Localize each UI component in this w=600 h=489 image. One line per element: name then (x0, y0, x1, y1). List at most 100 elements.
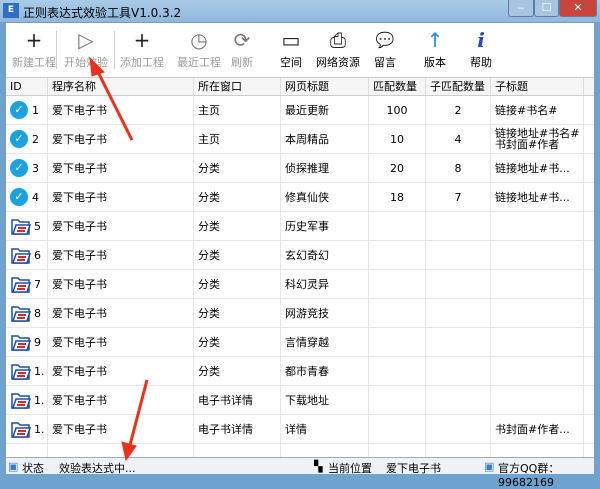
toolbar-separator (56, 31, 57, 69)
row-id: 7 (34, 277, 41, 291)
table-row[interactable]: ✓ 1 爱下电子书 主页 最近更新 100 2 链接#书名# (6, 96, 594, 125)
table-row[interactable]: 9 爱下电子书 分类 言情穿越 (6, 328, 594, 357)
cell-subtitle: 链接地址#书... (491, 154, 584, 182)
qq-group[interactable]: 官方QQ群：99682169 (498, 460, 594, 489)
status-label: 状态 (22, 462, 44, 475)
cell-window: 分类 (194, 270, 281, 298)
row-id: 1. (34, 393, 45, 407)
printer-icon: ⎙ (330, 28, 346, 52)
empty-cell (48, 444, 194, 457)
folder-document-icon (11, 364, 32, 380)
cell-sub: 4 (426, 125, 491, 153)
table-header: ID 程序名称 所在窗口 网页标题 匹配数量 子匹配数量 子标题 (6, 77, 594, 96)
cell-id: 1. (6, 386, 48, 414)
cell-sub (426, 241, 491, 269)
toolbar-button-label: 留言 (374, 56, 396, 69)
toolbar-button-1[interactable]: ▷ 开始效验 (61, 29, 111, 70)
toolbar-button-3[interactable]: ◷ 最近工程 (174, 29, 224, 70)
cell-sub: 2 (426, 96, 491, 124)
folder-document-icon (11, 393, 32, 409)
table-row[interactable]: ✓ 4 爱下电子书 分类 修真仙侠 18 7 链接地址#书... (6, 183, 594, 212)
toolbar-button-6[interactable]: ⎙ 网络资源 (313, 29, 363, 70)
cell-id: 6 (6, 241, 48, 269)
toolbar-button-2[interactable]: + 添加工程 (118, 29, 166, 70)
toolbar-button-7[interactable]: 💬 留言 (370, 29, 400, 70)
cell-match (369, 328, 426, 356)
cell-subtitle (491, 212, 584, 240)
cell-name: 爱下电子书 (48, 241, 194, 269)
cell-sub (426, 212, 491, 240)
cell-title: 网游竞技 (281, 299, 369, 327)
folder-document-icon (11, 277, 32, 293)
column-header[interactable]: 所在窗口 (194, 78, 281, 95)
toolbar-button-5[interactable]: ▭ 空间 (276, 29, 306, 70)
table-row[interactable]: ✓ 3 爱下电子书 分类 侦探推理 20 8 链接地址#书... (6, 154, 594, 183)
cell-title: 下载地址 (281, 386, 369, 414)
main-window: + 新建工程 ▷ 开始效验 + 添加工程 ◷ 最近工程 ⟳ 刷新 ▭ 空间 ⎙ 网络资源 💬 留言 ↑ 版本 i 帮助… (5, 22, 595, 489)
cell-subtitle (491, 299, 584, 327)
status-value: 效验表达式中... (59, 462, 136, 475)
toolbar-button-8[interactable]: ↑ 版本 (420, 29, 450, 70)
cell-subtitle: 链接地址#书... (491, 183, 584, 211)
check-circle-icon: ✓ (10, 159, 28, 177)
minimize-button[interactable]: ‒ (508, 0, 534, 17)
cell-match (369, 299, 426, 327)
table-row[interactable]: 6 爱下电子书 分类 玄幻奇幻 (6, 241, 594, 270)
cell-id: ✓ 4 (6, 183, 48, 211)
folder-document-icon (11, 219, 32, 235)
table-row[interactable]: ✓ 2 爱下电子书 主页 本周精品 10 4 链接地址#书名# 书封面#作者 (6, 125, 594, 154)
folder-document-icon (11, 306, 32, 322)
cell-title: 都市青春 (281, 357, 369, 385)
toolbar-button-label: 添加工程 (120, 56, 164, 69)
toolbar-button-4[interactable]: ⟳ 刷新 (226, 29, 258, 70)
cell-sub (426, 328, 491, 356)
empty-cell (426, 444, 491, 457)
column-header[interactable]: 子匹配数量 (426, 78, 491, 95)
table-row[interactable]: 5 爱下电子书 分类 历史军事 (6, 212, 594, 241)
cell-sub: 8 (426, 154, 491, 182)
table-row[interactable]: 7 爱下电子书 分类 科幻灵异 (6, 270, 594, 299)
maximize-button[interactable]: ☐ (534, 0, 559, 17)
toolbar-button-label: 帮助 (470, 56, 492, 69)
cell-title: 详情 (281, 415, 369, 443)
table-row[interactable]: 1. 爱下电子书 电子书详情 详情 书封面#作者... (6, 415, 594, 444)
cell-window: 分类 (194, 299, 281, 327)
column-header[interactable]: 程序名称 (48, 78, 194, 95)
user-icon: ▣ (484, 460, 495, 473)
column-header[interactable]: 网页标题 (281, 78, 369, 95)
cell-match: 10 (369, 125, 426, 153)
arrow-up-icon: ↑ (426, 28, 444, 52)
toolbar-button-label: 开始效验 (64, 56, 108, 69)
cell-id: 1. (6, 357, 48, 385)
table-row[interactable]: 1. 爱下电子书 分类 都市青春 (6, 357, 594, 386)
column-header[interactable]: 子标题 (491, 78, 584, 95)
cell-subtitle (491, 270, 584, 298)
cell-title: 侦探推理 (281, 154, 369, 182)
location-value: 爱下电子书 (386, 462, 441, 475)
table-row[interactable]: 1. 爱下电子书 电子书详情 下载地址 (6, 386, 594, 415)
column-header[interactable]: ID (6, 78, 48, 95)
toolbar-button-label: 版本 (424, 56, 446, 69)
cell-title: 言情穿越 (281, 328, 369, 356)
app-logo-icon: E (3, 3, 19, 18)
row-id: 2 (32, 132, 39, 146)
plus-icon: + (133, 28, 151, 52)
folder-icon: ▭ (281, 28, 301, 52)
cell-id: ✓ 2 (6, 125, 48, 153)
row-id: 3 (32, 161, 39, 175)
toolbar-button-label: 空间 (280, 56, 302, 69)
column-header[interactable]: 匹配数量 (369, 78, 426, 95)
toolbar-button-0[interactable]: + 新建工程 (10, 29, 58, 70)
folder-document-icon (11, 335, 32, 351)
play-circle-icon: ▷ (78, 28, 94, 52)
cell-match: 18 (369, 183, 426, 211)
cell-title: 玄幻奇幻 (281, 241, 369, 269)
table-row[interactable]: 8 爱下电子书 分类 网游竞技 (6, 299, 594, 328)
toolbar-button-9[interactable]: i 帮助 (466, 29, 496, 70)
row-id: 8 (34, 306, 41, 320)
close-button[interactable]: ✕ (559, 0, 597, 17)
cell-window: 分类 (194, 183, 281, 211)
cell-subtitle (491, 241, 584, 269)
cell-window: 分类 (194, 212, 281, 240)
info-icon: i (477, 28, 485, 52)
